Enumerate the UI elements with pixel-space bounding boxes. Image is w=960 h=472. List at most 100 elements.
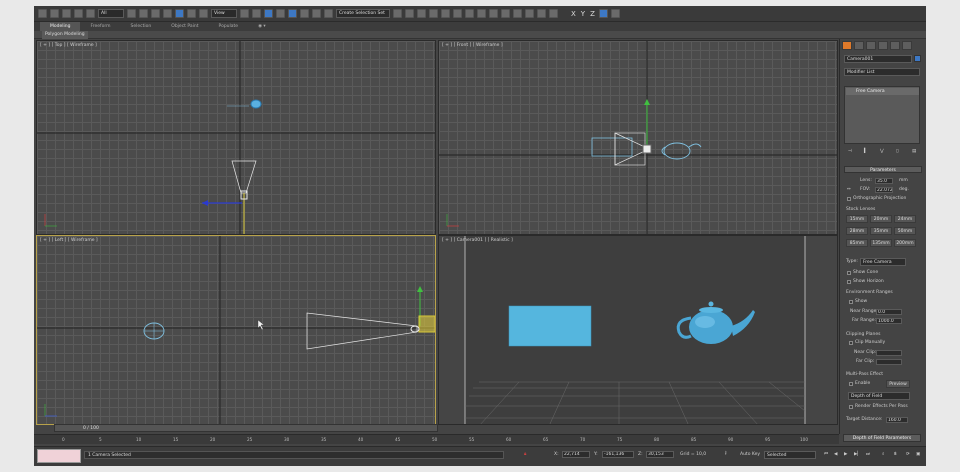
- ribbon-options-icon[interactable]: ◉ ▾: [248, 22, 276, 31]
- tab-freeform[interactable]: Freeform: [80, 22, 120, 31]
- stock-lens-85mm[interactable]: 85mm: [846, 239, 868, 247]
- fov-spinner[interactable]: 22.072: [875, 187, 893, 193]
- stock-lens-135mm[interactable]: 135mm: [870, 239, 892, 247]
- axis-z-button[interactable]: Z: [589, 10, 596, 18]
- axis-x-button[interactable]: X: [570, 10, 577, 18]
- select-move-icon[interactable]: [175, 9, 184, 18]
- prev-frame-icon[interactable]: ◀: [834, 452, 837, 458]
- enable-checkbox[interactable]: [849, 382, 853, 386]
- modify-tab-icon[interactable]: [854, 41, 864, 50]
- configure-sets-icon[interactable]: ▤: [912, 149, 916, 155]
- stock-lens-20mm[interactable]: 20mm: [870, 215, 892, 223]
- tab-selection[interactable]: Selection: [121, 22, 162, 31]
- timeline-track[interactable]: 0 5 10 15 20 25 30 35 40 45 50 55 60 65 …: [34, 434, 839, 444]
- selection-filter-dropdown[interactable]: All: [98, 9, 124, 18]
- env-show-checkbox[interactable]: [849, 300, 853, 304]
- viewport-front-label[interactable]: [ + ] [ Front ] [ Wireframe ]: [442, 43, 503, 48]
- hierarchy-tab-icon[interactable]: [866, 41, 876, 50]
- maxscript-listener[interactable]: [37, 449, 81, 463]
- key-icon[interactable]: ⚷: [724, 451, 727, 457]
- lock-selection-icon[interactable]: 🔒︎: [524, 452, 526, 458]
- far-range-spinner[interactable]: 1000.0: [876, 318, 902, 324]
- render-production-icon[interactable]: [501, 9, 510, 18]
- orthographic-checkbox[interactable]: [847, 197, 851, 201]
- keyboard-shortcut-icon[interactable]: [264, 9, 273, 18]
- viewport-top[interactable]: [ + ] [ Top ] [ Wireframe ]: [36, 40, 436, 235]
- viewport-front[interactable]: [ + ] [ Front ] [ Wireframe ]: [438, 40, 838, 235]
- select-scale-icon[interactable]: [199, 9, 208, 18]
- link-icon[interactable]: [62, 9, 71, 18]
- undo-icon[interactable]: [38, 9, 47, 18]
- make-unique-icon[interactable]: ⋁: [880, 149, 884, 155]
- render-effects-checkbox[interactable]: [849, 405, 853, 409]
- render-iterative-icon[interactable]: [513, 9, 522, 18]
- percent-snap-icon[interactable]: [300, 9, 309, 18]
- next-frame-icon[interactable]: ▶▏: [854, 452, 861, 458]
- select-by-name-icon[interactable]: [139, 9, 148, 18]
- show-cone-checkbox[interactable]: [847, 271, 851, 275]
- fov-direction-icon[interactable]: ↔: [847, 187, 851, 193]
- remove-modifier-icon[interactable]: ▯: [896, 149, 898, 155]
- tab-modeling[interactable]: Modeling: [40, 22, 81, 31]
- auto-key-button[interactable]: Auto Key: [740, 452, 760, 458]
- schematic-view-icon[interactable]: [453, 9, 462, 18]
- pin-stack-icon[interactable]: ⊣: [848, 149, 852, 155]
- goto-end-icon[interactable]: ⏭︎: [866, 452, 870, 458]
- pan-icon[interactable]: ✋︎: [894, 452, 897, 458]
- coord-z-field[interactable]: 30,153: [646, 451, 674, 458]
- spinner-snap-icon[interactable]: [312, 9, 321, 18]
- polygon-modeling-panel[interactable]: Polygon Modeling: [42, 31, 88, 39]
- axis-constraint-icon[interactable]: [598, 9, 608, 18]
- viewport-left-label[interactable]: [ + ] [ Left ] [ Wireframe ]: [40, 238, 98, 243]
- snaps-toggle-icon[interactable]: [276, 9, 285, 18]
- far-clip-spinner[interactable]: [876, 359, 902, 365]
- goto-start-icon[interactable]: ⏮︎: [824, 452, 828, 458]
- select-object-icon[interactable]: [127, 9, 136, 18]
- toggle-ribbon-icon[interactable]: [429, 9, 438, 18]
- rectangle-selection-icon[interactable]: [151, 9, 160, 18]
- select-manipulate-icon[interactable]: [252, 9, 261, 18]
- stock-lens-28mm[interactable]: 28mm: [846, 227, 868, 235]
- edit-named-selection-icon[interactable]: [324, 9, 333, 18]
- layer-explorer-icon[interactable]: [417, 9, 426, 18]
- stack-item-free-camera[interactable]: Free Camera: [846, 88, 919, 95]
- clip-manually-checkbox[interactable]: [849, 341, 853, 345]
- reference-coordinate-dropdown[interactable]: View: [211, 9, 237, 18]
- zoom-icon[interactable]: ⌕: [882, 452, 885, 458]
- pivot-center-icon[interactable]: [240, 9, 249, 18]
- motion-tab-icon[interactable]: [878, 41, 888, 50]
- a360-render-icon[interactable]: [537, 9, 546, 18]
- near-clip-spinner[interactable]: [876, 350, 902, 356]
- time-slider[interactable]: 0 / 100: [54, 424, 438, 432]
- display-tab-icon[interactable]: [890, 41, 900, 50]
- orbit-icon[interactable]: ⟳: [906, 452, 910, 458]
- rendered-frame-window-icon[interactable]: [489, 9, 498, 18]
- lens-spinner[interactable]: 35.0: [875, 178, 893, 184]
- unlink-icon[interactable]: [74, 9, 83, 18]
- viewport-top-label[interactable]: [ + ] [ Top ] [ Wireframe ]: [40, 43, 97, 48]
- stock-lens-15mm[interactable]: 15mm: [846, 215, 868, 223]
- show-horizon-checkbox[interactable]: [847, 280, 851, 284]
- stock-lens-24mm[interactable]: 24mm: [894, 215, 916, 223]
- target-distance-spinner[interactable]: 160.0: [886, 417, 908, 423]
- effect-dropdown[interactable]: Depth of Field: [848, 392, 910, 400]
- viewport-camera-label[interactable]: [ + ] [ Camera001 ] [ Realistic ]: [442, 238, 513, 243]
- window-crossing-icon[interactable]: [163, 9, 172, 18]
- modifier-list-dropdown[interactable]: Modifier List: [844, 68, 920, 76]
- camera-type-dropdown[interactable]: Free Camera: [860, 258, 906, 266]
- viewport-camera[interactable]: [ + ] [ Camera001 ] [ Realistic ]: [438, 235, 838, 425]
- coord-y-field[interactable]: -161,136: [602, 451, 634, 458]
- redo-icon[interactable]: [50, 9, 59, 18]
- stock-lens-35mm[interactable]: 35mm: [870, 227, 892, 235]
- coord-x-field[interactable]: 22,714: [562, 451, 590, 458]
- constraint-plane-icon[interactable]: [610, 9, 620, 18]
- mirror-icon[interactable]: [393, 9, 402, 18]
- named-selection-dropdown[interactable]: Create Selection Set: [336, 9, 390, 18]
- show-end-result-icon[interactable]: ▍: [864, 149, 867, 155]
- utilities-tab-icon[interactable]: [902, 41, 912, 50]
- open-gallery-icon[interactable]: [549, 9, 558, 18]
- parameters-rollout[interactable]: Parameters: [844, 166, 922, 173]
- viewport-left[interactable]: [ + ] [ Left ] [ Wireframe ]: [36, 235, 436, 425]
- tab-object-paint[interactable]: Object Paint: [161, 22, 208, 31]
- play-icon[interactable]: ▶: [844, 452, 847, 458]
